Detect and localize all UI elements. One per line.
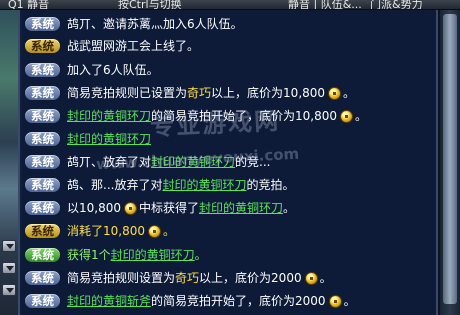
tab-faction[interactable]: 门派&势力	[370, 0, 423, 9]
system-badge[interactable]: 系统	[24, 247, 61, 263]
item-link[interactable]: 封印的黄铜环刀	[67, 129, 151, 149]
chat-text: 。	[163, 224, 176, 238]
chat-text: 简易竞拍规则设置为	[67, 271, 176, 285]
chat-scroll-down-icon[interactable]	[2, 240, 16, 252]
chat-text: 。	[319, 271, 332, 285]
chat-line: 系统 简易竞拍规则已设置为 奇巧 以上，底价为 10,800 。	[24, 83, 355, 103]
system-badge[interactable]: 系统	[24, 16, 61, 32]
item-link[interactable]: 封印的黄铜环刀	[199, 198, 283, 218]
chat-line: 系统 以 10,800 中标获得了 封印的黄铜环刀 。	[24, 198, 295, 218]
chat-text: 。	[194, 248, 207, 262]
system-badge[interactable]: 系统	[24, 62, 61, 78]
chat-text: 。	[343, 294, 356, 308]
chat-line: 系统 消耗了10,800 。	[24, 221, 175, 241]
scrollbar-thumb[interactable]	[443, 14, 457, 304]
chat-text: 的简易竞拍开始了，底价为	[151, 294, 296, 308]
chat-text: 的竞拍。	[246, 178, 295, 192]
gold-coin-icon	[124, 201, 138, 215]
chat-text: 中标获得了	[139, 201, 200, 215]
gold-coin-icon	[304, 271, 318, 285]
price-value: 2000	[295, 294, 326, 308]
chat-scroll-end-icon[interactable]	[2, 284, 16, 296]
chat-text: 鸪、那...放弃了对	[67, 178, 163, 192]
system-badge[interactable]: 系统	[24, 154, 61, 170]
item-link[interactable]: 封印的黄铜斩斧	[67, 291, 151, 311]
price-value: 2000	[271, 271, 302, 285]
chat-scroll-bottom-icon[interactable]	[2, 262, 16, 274]
gold-coin-icon	[340, 109, 354, 123]
system-badge[interactable]: 系统	[24, 223, 61, 239]
chat-line: 系统 获得1个 封印的黄铜环刀 。	[24, 245, 207, 265]
chat-line: 系统 简易竞拍规则设置为 奇巧 以上，底价为 2000 。	[24, 268, 332, 288]
chat-text: 。	[343, 86, 356, 100]
chat-text: 消耗了10,800	[67, 224, 145, 238]
chat-line: 系统 加入了6人队伍。	[24, 60, 159, 80]
chat-text: 以上，底价为	[199, 271, 272, 285]
item-link[interactable]: 封印的黄铜环刀	[67, 106, 151, 126]
tab-team[interactable]: 静音 | 队伍&...	[288, 0, 362, 9]
system-badge[interactable]: 系统	[24, 293, 61, 309]
price-value: 10,800	[283, 86, 326, 100]
system-badge[interactable]: 系统	[24, 108, 61, 124]
tab-all[interactable]: Q1 静音	[8, 0, 49, 9]
chat-line: 系统 封印的黄铜斩斧 的简易竞拍开始了，底价为 2000 。	[24, 291, 356, 311]
chat-text: 获得1个	[67, 248, 111, 262]
chat-tab-bar: Q1 静音 按Ctrl与切换 静音 | 队伍&... 门派&势力	[0, 0, 460, 10]
watermark-text: 专业游戏网	[149, 106, 281, 142]
system-badge[interactable]: 系统	[24, 38, 61, 54]
grade-text: 奇巧	[175, 271, 200, 285]
grade-text: 奇巧	[187, 86, 212, 100]
chat-text: 以	[67, 201, 80, 215]
switch-hint: 按Ctrl与切换	[118, 0, 182, 10]
chat-text: 加入了6人队伍。	[67, 63, 159, 77]
chat-line: 系统 封印的黄铜环刀	[24, 129, 151, 149]
chat-text: 简易竞拍规则已设置为	[67, 86, 188, 100]
gold-coin-icon	[328, 294, 342, 308]
chat-line: 系统 鸪、那...放弃了对 封印的黄铜环刀 的竞拍。	[24, 175, 294, 195]
system-badge[interactable]: 系统	[24, 131, 61, 147]
chat-line: 系统 战武盟网游工会上线了。	[24, 36, 199, 56]
system-badge[interactable]: 系统	[24, 200, 61, 216]
price-value: 10,800	[295, 109, 338, 123]
chat-text: 。	[355, 109, 368, 123]
chat-scrollbar[interactable]	[440, 10, 460, 315]
chat-text: 鸪丌、邀请苏蓠灬加入6人队伍。	[67, 17, 243, 31]
price-value: 10,800	[79, 201, 122, 215]
chat-line: 系统 鸪丌、邀请苏蓠灬加入6人队伍。	[24, 14, 243, 34]
item-link[interactable]: 封印的黄铜环刀	[162, 175, 246, 195]
system-badge[interactable]: 系统	[24, 177, 61, 193]
gold-coin-icon	[148, 224, 161, 238]
system-badge[interactable]: 系统	[24, 270, 61, 286]
gold-coin-icon	[328, 86, 342, 100]
chat-text: 战武盟网游工会上线了。	[67, 39, 200, 53]
item-link[interactable]: 封印的黄铜环刀	[111, 245, 195, 265]
chat-text: 。	[283, 201, 296, 215]
system-badge[interactable]: 系统	[24, 85, 61, 101]
